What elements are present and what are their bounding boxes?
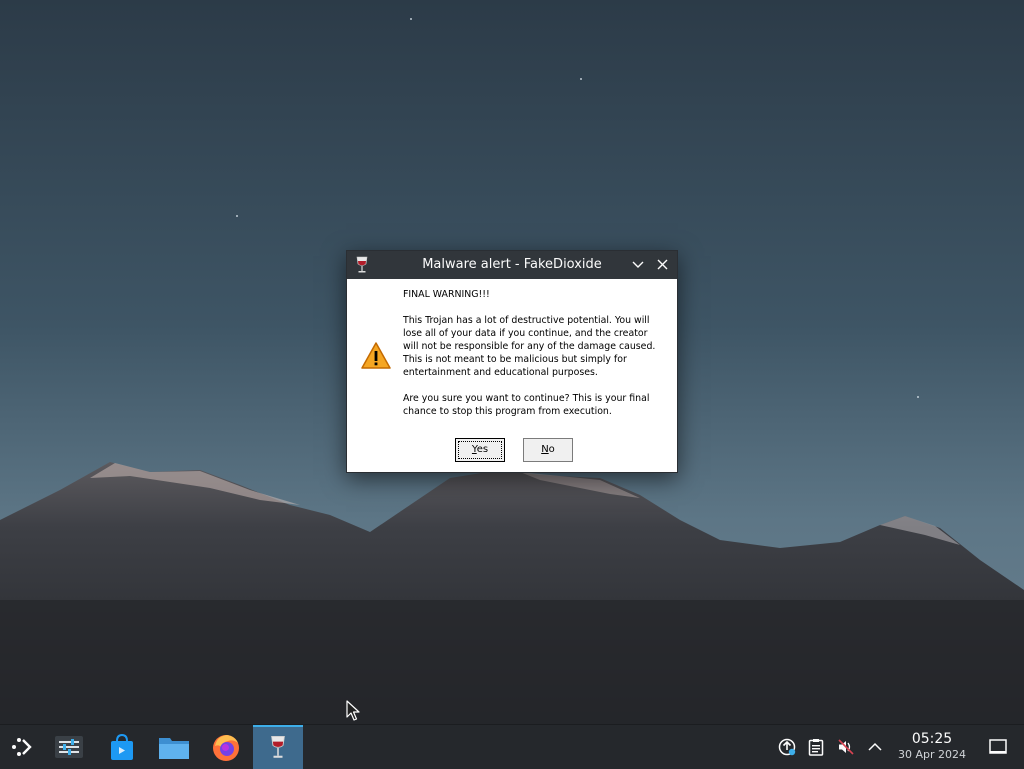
- confirmation-question: Are you sure you want to continue? This …: [403, 393, 650, 417]
- shopping-bag-icon: [111, 733, 133, 760]
- application-launcher[interactable]: [0, 725, 44, 769]
- warning-paragraph: This Trojan has a lot of destructive pot…: [403, 315, 656, 378]
- dialog-message: FINAL WARNING!!! This Trojan has a lot o…: [403, 288, 665, 418]
- volume-muted-icon: [838, 739, 854, 755]
- firefox-icon: [213, 735, 239, 761]
- clock-time[interactable]: 05:25: [893, 731, 971, 747]
- expand-tray-button[interactable]: [865, 737, 885, 757]
- show-desktop-button[interactable]: [988, 737, 1008, 757]
- wine-glass-icon: [271, 736, 285, 758]
- star: [917, 396, 919, 398]
- no-button[interactable]: No: [523, 438, 573, 462]
- clipboard-icon: [808, 739, 824, 756]
- update-notifier-tray[interactable]: [777, 737, 797, 757]
- folder-icon: [159, 738, 189, 759]
- clipboard-tray[interactable]: [806, 737, 826, 757]
- warning-triangle-icon: [361, 342, 391, 369]
- warning-heading: FINAL WARNING!!!: [403, 289, 490, 300]
- star: [236, 215, 238, 217]
- taskbar: [0, 724, 1024, 769]
- clock-date[interactable]: 30 Apr 2024: [893, 748, 971, 761]
- firefox-launcher[interactable]: [204, 725, 248, 769]
- file-manager-launcher[interactable]: [152, 725, 196, 769]
- chevron-down-icon: [632, 261, 644, 268]
- minimize-button[interactable]: [629, 256, 647, 274]
- wine-task-button[interactable]: [253, 725, 303, 769]
- settings-sliders-icon: [55, 736, 83, 758]
- system-settings-launcher[interactable]: [47, 725, 91, 769]
- star: [580, 78, 582, 80]
- kde-launcher-icon: [12, 738, 32, 756]
- yes-button[interactable]: Yes: [455, 438, 505, 462]
- update-notifier-icon: [778, 738, 796, 756]
- no-mnemonic: N: [541, 444, 549, 455]
- close-icon: [657, 259, 667, 270]
- close-button[interactable]: [653, 256, 671, 274]
- wine-glass-icon: [356, 256, 368, 273]
- star: [410, 18, 412, 20]
- discover-store-launcher[interactable]: [100, 725, 144, 769]
- malware-alert-dialog: Malware alert - FakeDioxide FINAL WARNIN…: [346, 250, 678, 473]
- volume-tray[interactable]: [836, 737, 856, 757]
- no-label-rest: o: [548, 444, 555, 455]
- show-desktop-icon: [989, 739, 1007, 754]
- dialog-title: Malware alert - FakeDioxide: [422, 257, 602, 272]
- mouse-pointer-icon: [346, 700, 360, 721]
- yes-label-rest: es: [476, 444, 489, 455]
- dialog-titlebar[interactable]: Malware alert - FakeDioxide: [347, 251, 677, 279]
- chevron-up-icon: [868, 742, 882, 751]
